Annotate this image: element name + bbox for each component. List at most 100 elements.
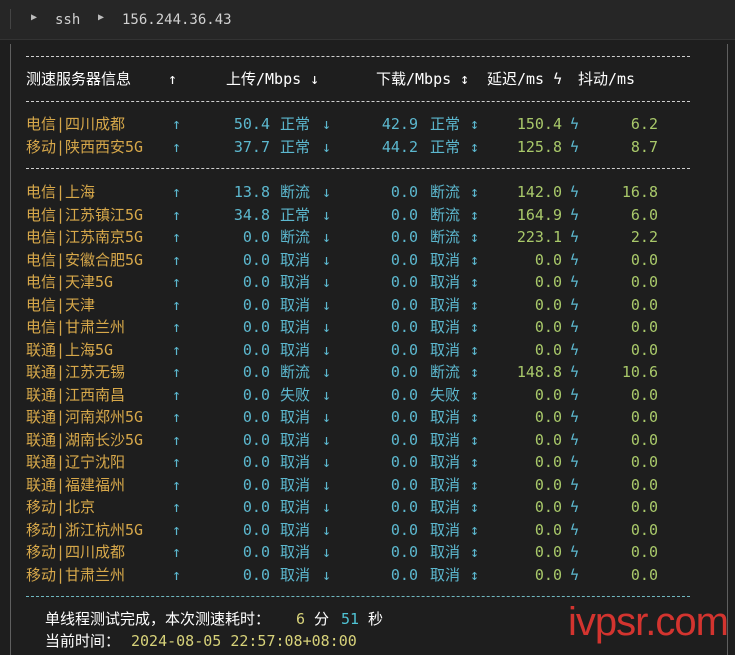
upload-arrow-icon: ↑ bbox=[172, 363, 182, 381]
lightning-icon: ϟ bbox=[570, 273, 580, 291]
upload-arrow-icon: ↑ bbox=[172, 318, 182, 336]
lightning-icon: ϟ bbox=[570, 115, 580, 133]
upload-arrow-icon: ↑ bbox=[172, 543, 182, 561]
updown-arrow-icon: ↕ bbox=[470, 543, 480, 561]
upload-status: 取消 bbox=[280, 295, 311, 314]
upload-status: 断流 bbox=[280, 363, 311, 381]
upload-arrow-icon: ↑ bbox=[172, 498, 182, 516]
upload-value: 0.0 bbox=[242, 430, 270, 449]
terminal-titlebar: ) ▶ ssh ▶ 156.244.36.43 bbox=[0, 0, 735, 40]
updown-arrow-icon: ↕ bbox=[470, 498, 480, 516]
download-value: 0.0 bbox=[390, 520, 418, 539]
lightning-icon: ϟ bbox=[570, 475, 580, 494]
lightning-icon: ϟ bbox=[570, 183, 580, 201]
download-value: 0.0 bbox=[390, 498, 418, 516]
download-status: 断流 bbox=[430, 363, 461, 381]
upload-value: 0.0 bbox=[242, 250, 270, 269]
upload-arrow-icon: ↑ bbox=[172, 205, 182, 224]
dashed-divider bbox=[26, 596, 690, 597]
lightning-icon: ϟ bbox=[570, 453, 580, 471]
upload-value: 0.0 bbox=[242, 273, 270, 291]
elapsed-minutes: 6 bbox=[296, 610, 306, 628]
upload-status: 取消 bbox=[280, 543, 311, 561]
download-status: 取消 bbox=[430, 295, 461, 314]
download-value: 0.0 bbox=[390, 543, 418, 561]
download-value: 0.0 bbox=[390, 408, 418, 426]
upload-status: 取消 bbox=[280, 430, 311, 449]
lightning-icon: ϟ bbox=[570, 250, 580, 269]
upload-arrow-icon: ↑ bbox=[172, 250, 182, 269]
server-location: 电信|江苏南京5G bbox=[26, 228, 144, 246]
lightning-icon: ϟ bbox=[570, 520, 580, 539]
upload-status: 断流 bbox=[280, 228, 311, 246]
latency-value: 0.0 bbox=[534, 475, 562, 494]
server-location: 移动|北京 bbox=[26, 498, 96, 516]
lightning-icon: ϟ bbox=[570, 385, 580, 404]
upload-status: 取消 bbox=[280, 498, 311, 516]
latency-value: 164.9 bbox=[516, 205, 562, 224]
server-location: 电信|江苏镇江5G bbox=[26, 205, 144, 224]
download-status: 断流 bbox=[430, 183, 461, 201]
jitter-value: 0.0 bbox=[630, 340, 658, 359]
jitter-value: 0.0 bbox=[630, 295, 658, 314]
server-location: 移动|甘肃兰州 bbox=[26, 565, 126, 584]
jitter-value: 0.0 bbox=[630, 250, 658, 269]
download-status: 取消 bbox=[430, 498, 461, 516]
dashed-divider bbox=[26, 168, 690, 169]
breadcrumb-ssh[interactable]: ssh bbox=[55, 12, 80, 28]
download-status: 取消 bbox=[430, 250, 461, 269]
lightning-icon: ϟ bbox=[570, 363, 580, 381]
server-location: 移动|陕西西安5G bbox=[26, 137, 144, 156]
breadcrumb-host[interactable]: 156.244.36.43 bbox=[122, 12, 232, 28]
download-status: 正常 bbox=[430, 137, 461, 156]
upload-value: 0.0 bbox=[242, 228, 270, 246]
download-value: 0.0 bbox=[390, 453, 418, 471]
download-value: 44.2 bbox=[381, 137, 418, 156]
latency-value: 0.0 bbox=[534, 543, 562, 561]
updown-arrow-icon: ↕ bbox=[470, 183, 480, 201]
server-location: 联通|福建福州 bbox=[26, 475, 126, 494]
server-location: 联通|江西南昌 bbox=[26, 385, 126, 404]
result-row: 联通|湖南长沙5G ↑ 0.0 取消 ↓ 0.0 取消 ↕ 0.0 ϟ 0.0 bbox=[0, 431, 735, 453]
latency-value: 125.8 bbox=[516, 137, 562, 156]
download-arrow-icon: ↓ bbox=[322, 273, 332, 291]
upload-value: 0.0 bbox=[242, 363, 270, 381]
updown-arrow-icon: ↕ bbox=[470, 318, 480, 336]
result-row: 联通|上海5G ↑ 0.0 取消 ↓ 0.0 取消 ↕ 0.0 ϟ 0.0 bbox=[0, 341, 735, 363]
jitter-value: 2.2 bbox=[630, 228, 658, 246]
upload-status: 取消 bbox=[280, 273, 311, 291]
jitter-value: 6.2 bbox=[630, 115, 658, 133]
server-location: 联通|上海5G bbox=[26, 340, 114, 359]
result-row: 电信|甘肃兰州 ↑ 0.0 取消 ↓ 0.0 取消 ↕ 0.0 ϟ 0.0 bbox=[0, 318, 735, 340]
upload-value: 0.0 bbox=[242, 475, 270, 494]
jitter-value: 0.0 bbox=[630, 475, 658, 494]
minutes-unit: 分 bbox=[314, 610, 330, 628]
latency-value: 0.0 bbox=[534, 295, 562, 314]
upload-value: 0.0 bbox=[242, 543, 270, 561]
result-row: 联通|江苏无锡 ↑ 0.0 断流 ↓ 0.0 断流 ↕ 148.8 ϟ 10.6 bbox=[0, 363, 735, 385]
download-arrow-icon: ↓ bbox=[322, 228, 332, 246]
updown-arrow-icon: ↕ bbox=[470, 115, 480, 133]
latency-value: 0.0 bbox=[534, 565, 562, 584]
seconds-unit: 秒 bbox=[368, 610, 384, 628]
upload-status: 取消 bbox=[280, 408, 311, 426]
jitter-value: 6.0 bbox=[630, 205, 658, 224]
server-location: 联通|湖南长沙5G bbox=[26, 430, 144, 449]
time-value: 2024-08-05 22:57:08+08:00 bbox=[131, 632, 357, 650]
time-label: 当前时间： bbox=[45, 632, 121, 650]
download-status: 断流 bbox=[430, 228, 461, 246]
latency-value: 148.8 bbox=[516, 363, 562, 381]
result-row: 移动|甘肃兰州 ↑ 0.0 取消 ↓ 0.0 取消 ↕ 0.0 ϟ 0.0 bbox=[0, 566, 735, 588]
download-arrow-icon: ↓ bbox=[322, 137, 332, 156]
header-jitter: 抖动/ms bbox=[578, 70, 636, 88]
previous-tab-fragment[interactable]: ) bbox=[0, 11, 2, 27]
upload-value: 0.0 bbox=[242, 340, 270, 359]
download-arrow-icon: ↓ bbox=[322, 385, 332, 404]
jitter-value: 10.6 bbox=[621, 363, 658, 381]
download-status: 取消 bbox=[430, 340, 461, 359]
result-row: 移动|四川成都 ↑ 0.0 取消 ↓ 0.0 取消 ↕ 0.0 ϟ 0.0 bbox=[0, 543, 735, 565]
download-status: 取消 bbox=[430, 318, 461, 336]
upload-arrow-icon: ↑ bbox=[172, 520, 182, 539]
result-row: 电信|江苏镇江5G ↑ 34.8 正常 ↓ 0.0 断流 ↕ 164.9 ϟ 6.0 bbox=[0, 206, 735, 228]
latency-value: 0.0 bbox=[534, 453, 562, 471]
